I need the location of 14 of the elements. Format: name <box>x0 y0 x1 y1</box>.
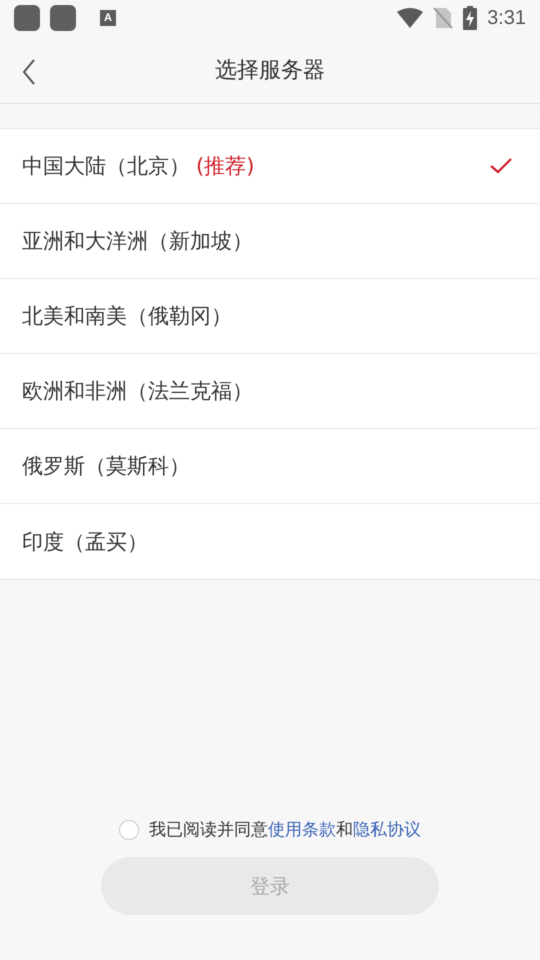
agree-radio[interactable] <box>119 820 139 840</box>
notification-icon <box>50 5 76 31</box>
agreement-text: 我已阅读并同意使用条款和隐私协议 <box>149 819 421 841</box>
back-icon <box>22 59 36 85</box>
status-time: 3:31 <box>487 6 526 30</box>
no-sim-icon <box>433 7 454 29</box>
recommended-tag: (推荐) <box>196 152 254 180</box>
privacy-link[interactable]: 隐私协议 <box>353 820 421 840</box>
notification-icon <box>14 5 40 31</box>
terms-link[interactable]: 使用条款 <box>268 820 336 840</box>
keyboard-notification-icon: A <box>100 10 116 26</box>
page-title: 选择服务器 <box>215 56 325 84</box>
battery-charging-icon <box>463 6 478 30</box>
wifi-icon <box>397 8 424 28</box>
